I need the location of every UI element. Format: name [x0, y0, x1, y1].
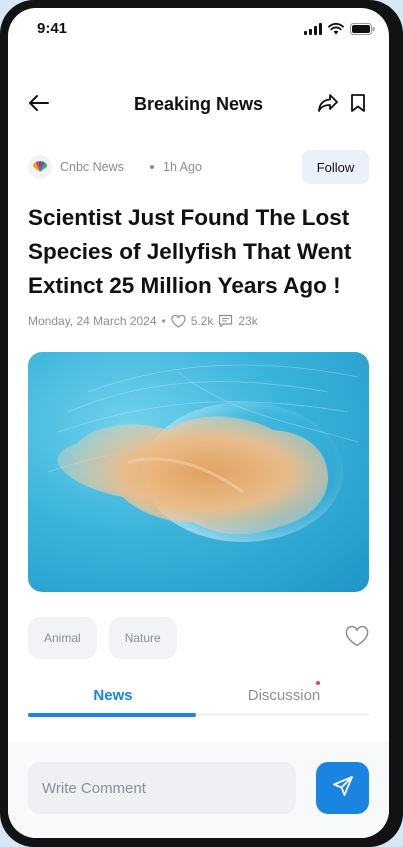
- share-button[interactable]: [315, 92, 341, 118]
- separator-dot: [150, 165, 154, 169]
- comment-icon: [218, 314, 233, 329]
- send-icon: [332, 775, 354, 802]
- notification-dot: [316, 681, 320, 685]
- tab-active-indicator: [28, 713, 196, 717]
- battery-icon: [350, 22, 375, 40]
- meta-dot: •: [161, 314, 166, 328]
- status-icons: [304, 22, 375, 40]
- wifi-icon: [328, 22, 344, 40]
- article-hero-image: [28, 352, 369, 592]
- article-date: Monday, 24 March 2024: [28, 314, 157, 328]
- source-row: Cnbc News 1h Ago Follow: [28, 150, 369, 184]
- heart-icon: [345, 625, 369, 652]
- comment-input[interactable]: [28, 762, 296, 814]
- tag-row: Animal Nature: [28, 617, 177, 659]
- tab-news[interactable]: News: [28, 680, 198, 710]
- comment-count: 23k: [238, 314, 258, 328]
- phone-frame: 9:41 Breaking News Cnbc News 1h Ago Foll…: [0, 0, 403, 847]
- signal-icon: [304, 22, 322, 40]
- comment-bar: [8, 741, 389, 838]
- like-button[interactable]: [345, 625, 369, 652]
- screen: 9:41 Breaking News Cnbc News 1h Ago Foll…: [8, 8, 389, 838]
- bookmark-icon: [350, 93, 366, 118]
- share-icon: [317, 93, 339, 118]
- tab-discussion[interactable]: Discussion: [199, 680, 369, 710]
- article-meta: Monday, 24 March 2024 • 5.2k 23k: [28, 312, 258, 330]
- like-count: 5.2k: [190, 314, 214, 328]
- tag-chip[interactable]: Animal: [28, 617, 97, 659]
- nbc-peacock-logo: [28, 155, 52, 179]
- tag-chip[interactable]: Nature: [108, 617, 177, 659]
- header: Breaking News: [8, 88, 389, 122]
- heart-icon: [171, 314, 186, 329]
- bookmark-button[interactable]: [345, 92, 371, 118]
- source-name[interactable]: Cnbc News: [60, 160, 124, 174]
- status-bar: 9:41: [8, 8, 389, 48]
- status-time: 9:41: [37, 20, 68, 37]
- article-headline: Scientist Just Found The Lost Species of…: [28, 205, 352, 298]
- follow-button[interactable]: Follow: [302, 150, 369, 184]
- source-time: 1h Ago: [163, 160, 202, 174]
- article-tabs: News Discussion: [28, 680, 369, 717]
- send-button[interactable]: [316, 762, 369, 814]
